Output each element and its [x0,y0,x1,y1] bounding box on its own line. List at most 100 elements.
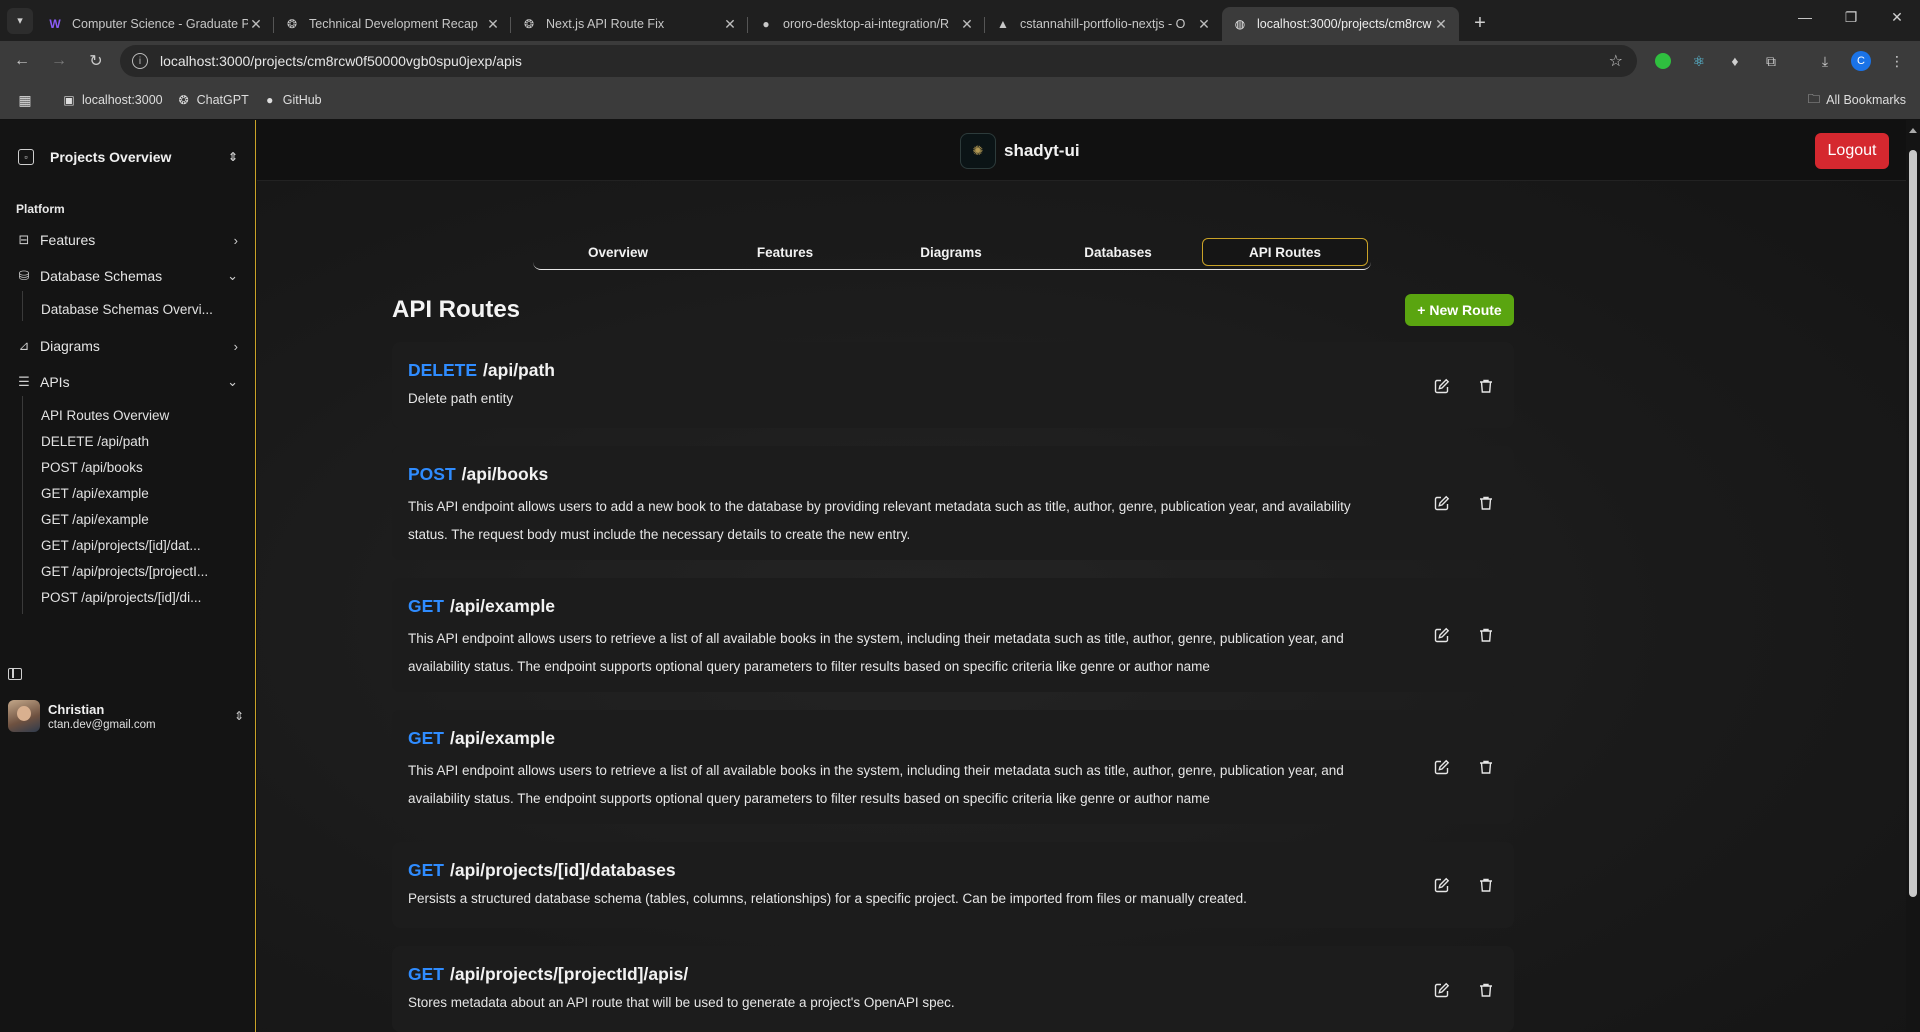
sidebar-subitem[interactable]: POST /api/books [41,454,231,480]
browser-tab[interactable]: ❂ Next.js API Route Fix ✕ [511,7,748,41]
bookmark-label: ChatGPT [196,93,249,107]
sidebar-subitem[interactable]: GET /api/example [41,506,231,532]
project-icon: ▫ [18,149,34,165]
back-icon[interactable]: ← [7,46,37,76]
user-menu[interactable]: Christian ctan.dev@gmail.com ⇕ [8,698,248,734]
new-route-button[interactable]: + New Route [1405,294,1514,326]
profile-avatar[interactable]: C [1849,49,1873,73]
trash-icon[interactable] [1476,875,1496,895]
all-bookmarks[interactable]: 🗀 All Bookmarks [1808,90,1906,111]
main-content: ✺ shadyt-ui Logout Overview Features Dia… [257,120,1920,1032]
brand-logo-icon: ✺ [960,133,996,169]
browser-toolbar: ← → ↻ i localhost:3000/projects/cm8rcw0f… [0,41,1920,81]
sidebar-item-database-schemas[interactable]: ⛁ Database Schemas ⌄ [16,263,238,289]
briefcase-icon: ⊟ [18,232,30,247]
edit-icon[interactable] [1432,757,1452,777]
scrollbar-thumb[interactable] [1909,150,1917,897]
bookmark-github[interactable]: ● GitHub [263,93,322,107]
trash-icon[interactable] [1476,376,1496,396]
route-method: DELETE [408,360,478,380]
bookmark-chatgpt[interactable]: ❂ ChatGPT [177,93,249,107]
chart-icon: ⊿ [18,338,30,353]
route-card: GET/api/example This API endpoint allows… [392,710,1514,824]
close-icon[interactable]: ✕ [1433,16,1449,33]
browser-tab[interactable]: W Computer Science - Graduate P ✕ [37,7,274,41]
edit-icon[interactable] [1432,625,1452,645]
route-heading: GET/api/projects/[id]/databases [408,860,676,881]
project-switcher[interactable]: ▫ Projects Overview ⇕ [18,142,240,172]
route-heading: GET/api/example [408,728,555,749]
tab-overview[interactable]: Overview [535,238,701,266]
route-heading: POST/api/books [408,464,548,485]
route-path: /api/books [461,464,549,484]
extensions-puzzle-icon[interactable]: ⧉ [1759,49,1783,73]
bookmark-localhost[interactable]: ▣ localhost:3000 [62,93,162,107]
close-icon[interactable]: ✕ [485,16,501,33]
menu-dots-icon[interactable]: ⋮ [1885,49,1909,73]
trash-icon[interactable] [1476,980,1496,1000]
sidebar-subitem[interactable]: DELETE /api/path [41,428,231,454]
sidebar-subitem[interactable]: API Routes Overview [41,402,231,428]
brand-name: shadyt-ui [1004,141,1080,160]
route-heading: GET/api/example [408,596,555,617]
close-icon[interactable]: ✕ [248,16,264,33]
address-bar[interactable]: i localhost:3000/projects/cm8rcw0f50000v… [120,45,1637,77]
extension-green-icon[interactable] [1651,49,1675,73]
close-icon[interactable]: ✕ [959,16,975,33]
tab-search-button[interactable]: ▾ [7,7,33,34]
extension-gray-icon[interactable]: ♦ [1723,49,1747,73]
tab-api-routes[interactable]: API Routes [1202,238,1368,266]
sidebar-subitem[interactable]: POST /api/projects/[id]/di... [41,584,231,610]
forward-icon[interactable]: → [44,46,74,76]
sidebar-item-features[interactable]: ⊟ Features › [16,227,238,253]
sidebar-subitem[interactable]: Database Schemas Overvi... [41,296,231,322]
minimize-icon[interactable]: — [1782,0,1828,34]
window-close-icon[interactable]: ✕ [1874,0,1920,34]
close-icon[interactable]: ✕ [722,16,738,33]
download-icon[interactable]: ⤓ [1813,49,1837,73]
chevron-right-icon: › [233,338,238,354]
tab-features[interactable]: Features [702,238,868,266]
logout-button[interactable]: Logout [1815,133,1889,169]
edit-icon[interactable] [1432,376,1452,396]
edit-icon[interactable] [1432,980,1452,1000]
trash-icon[interactable] [1476,625,1496,645]
sidebar-subitem[interactable]: GET /api/projects/[projectI... [41,558,231,584]
reload-icon[interactable]: ↻ [81,46,111,76]
sidebar-group-label: Platform [16,202,65,216]
sidebar-subitem[interactable]: GET /api/example [41,480,231,506]
route-card: POST/api/books This API endpoint allows … [392,446,1514,560]
sidebar-toggle-icon[interactable] [8,668,22,680]
tab-diagrams[interactable]: Diagrams [868,238,1034,266]
page-scrollbar[interactable] [1906,120,1920,1032]
sidebar-item-diagrams[interactable]: ⊿ Diagrams › [16,333,238,359]
route-path: /api/example [449,728,556,748]
bookmark-star-icon[interactable]: ☆ [1609,51,1623,71]
edit-icon[interactable] [1432,875,1452,895]
react-devtools-icon[interactable]: ⚛ [1687,49,1711,73]
user-email: ctan.dev@gmail.com [48,718,156,731]
browser-tab[interactable]: ● ororo-desktop-ai-integration/R ✕ [748,7,985,41]
browser-tab[interactable]: ❂ Technical Development Recap ✕ [274,7,511,41]
site-info-icon[interactable]: i [132,53,148,69]
trash-icon[interactable] [1476,757,1496,777]
folder-icon: 🗀 [1807,91,1821,106]
profile-initial: C [1851,51,1871,71]
sidebar-item-apis[interactable]: ☰ APIs ⌄ [16,369,238,395]
browser-tab-active[interactable]: ◍ localhost:3000/projects/cm8rcw ✕ [1222,7,1459,41]
new-tab-button[interactable]: + [1465,9,1495,39]
trash-icon[interactable] [1476,493,1496,513]
route-path: /api/projects/[projectId]/apis/ [449,964,689,984]
openai-icon: ❂ [286,17,298,31]
apps-grid-icon[interactable]: ▦ [18,92,38,108]
scroll-up-icon[interactable] [1909,128,1917,133]
tab-title: ororo-desktop-ai-integration/R [783,17,950,31]
tab-databases[interactable]: Databases [1035,238,1201,266]
close-icon[interactable]: ✕ [1196,16,1212,33]
browser-tab[interactable]: ▲ cstannahill-portfolio-nextjs - O ✕ [985,7,1222,41]
edit-icon[interactable] [1432,493,1452,513]
sidebar-subitem[interactable]: GET /api/projects/[id]/dat... [41,532,231,558]
restore-icon[interactable]: ❐ [1828,0,1874,34]
brand[interactable]: ✺ shadyt-ui [960,133,1080,169]
route-description: This API endpoint allows users to retrie… [408,631,1344,674]
